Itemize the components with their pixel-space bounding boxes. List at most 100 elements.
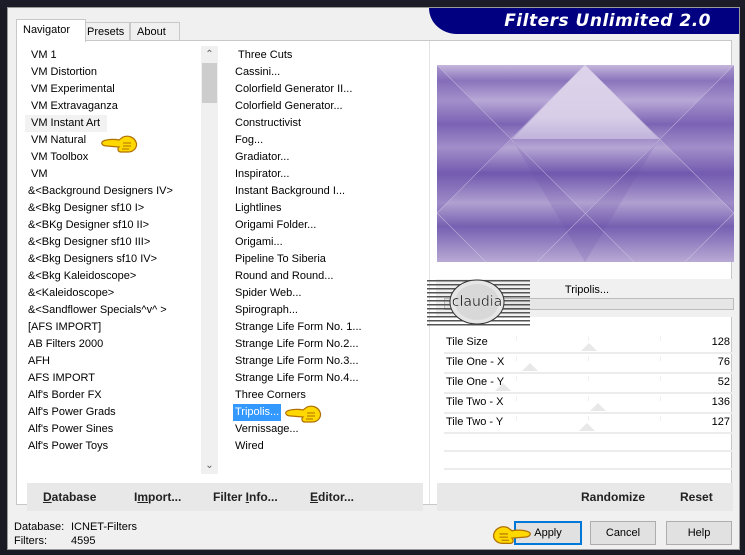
category-item[interactable]: [AFS IMPORT] xyxy=(25,319,195,336)
scrollbar-thumb[interactable] xyxy=(202,63,217,103)
parameter-label: Tile Two - X xyxy=(446,396,504,408)
filters-label: Filters: xyxy=(14,535,47,547)
category-item[interactable]: &<Kaleidoscope> xyxy=(25,285,195,302)
chevron-up-icon[interactable]: ⌃ xyxy=(201,46,218,63)
slider-tick xyxy=(660,376,661,381)
slider-tick xyxy=(588,336,589,341)
category-scrollbar[interactable]: ⌃ ⌄ xyxy=(201,46,218,474)
chevron-down-icon[interactable]: ⌄ xyxy=(201,457,218,474)
filter-item[interactable]: Colorfield Generator... xyxy=(231,98,426,115)
filter-item[interactable]: Wired xyxy=(231,438,426,455)
slider-tick xyxy=(516,336,517,341)
slider-tick xyxy=(588,396,589,401)
filter-item[interactable]: Inspirator... xyxy=(231,166,426,183)
parameter-slider[interactable]: Tile Two - Y 127 xyxy=(444,414,732,434)
filter-item[interactable]: Strange Life Form No.4... xyxy=(231,370,426,387)
preview-button-bar: Randomize Reset xyxy=(437,483,733,511)
status-info: Database: ICNET-Filters Filters: 4595 xyxy=(14,520,137,548)
category-item[interactable]: &<BKg Designer sf10 II> xyxy=(25,217,195,234)
category-item[interactable]: VM Experimental xyxy=(25,81,195,98)
category-item[interactable]: &<Bkg Designer sf10 III> xyxy=(25,234,195,251)
category-item[interactable]: AFS IMPORT xyxy=(25,370,195,387)
category-item[interactable]: &<Sandflower Specials^v^ > xyxy=(25,302,195,319)
slider-thumb[interactable] xyxy=(522,363,538,371)
filter-item[interactable]: Pipeline To Siberia xyxy=(231,251,426,268)
watermark-text: claudia xyxy=(452,294,502,310)
filter-item[interactable]: Tripolis... xyxy=(231,404,426,421)
preview-image xyxy=(437,65,734,262)
slider-thumb[interactable] xyxy=(590,403,606,411)
filter-item[interactable]: Three Cuts xyxy=(231,47,426,64)
filter-item[interactable]: Round and Round... xyxy=(231,268,426,285)
parameter-slider[interactable]: Tile One - Y 52 xyxy=(444,374,732,394)
slider-tick xyxy=(660,336,661,341)
category-list[interactable]: VM 1 VM Distortion VM Experimental VM Extra… xyxy=(25,47,195,475)
filter-item[interactable]: Three Corners xyxy=(231,387,426,404)
import-button[interactable]: Import... xyxy=(134,490,181,504)
category-item[interactable]: AFH xyxy=(25,353,195,370)
filter-item[interactable]: Cassini... xyxy=(231,64,426,81)
parameter-slider[interactable]: Tile Two - X 136 xyxy=(444,394,732,414)
parameter-value: 128 xyxy=(711,336,730,348)
category-item[interactable]: Alf's Power Sines xyxy=(25,421,195,438)
filter-list[interactable]: Three Cuts Cassini... Colorfield Generator… xyxy=(231,47,426,475)
database-label: Database: xyxy=(14,521,65,533)
parameter-value: 76 xyxy=(717,356,730,368)
filter-item[interactable]: Gradiator... xyxy=(231,149,426,166)
reset-button[interactable]: Reset xyxy=(680,490,713,504)
help-button[interactable]: Help xyxy=(666,521,732,545)
category-item[interactable]: VM xyxy=(25,166,195,183)
slider-tick xyxy=(516,396,517,401)
filter-item[interactable]: Fog... xyxy=(231,132,426,149)
filter-item[interactable]: Strange Life Form No.3... xyxy=(231,353,426,370)
category-item[interactable]: VM Instant Art xyxy=(25,115,107,132)
slider-thumb[interactable] xyxy=(579,423,595,431)
category-item[interactable]: Alf's Power Toys xyxy=(25,438,195,455)
filter-item[interactable]: Spirograph... xyxy=(231,302,426,319)
category-item[interactable]: VM Extravaganza xyxy=(25,98,195,115)
parameter-list: Tile Size 128 Tile One - X 76 Tile One - Y 52… xyxy=(444,334,732,488)
filter-item[interactable]: Spider Web... xyxy=(231,285,426,302)
filter-item[interactable]: Lightlines xyxy=(231,200,426,217)
parameter-label: Tile Size xyxy=(446,336,488,348)
category-item[interactable]: Alf's Border FX xyxy=(25,387,195,404)
hand-pointer-icon xyxy=(493,526,531,545)
filter-item[interactable]: Constructivist xyxy=(231,115,426,132)
filter-item[interactable]: Instant Background I... xyxy=(231,183,426,200)
category-item[interactable]: &<Background Designers IV> xyxy=(25,183,195,200)
hand-pointer-icon xyxy=(285,405,322,423)
slider-thumb[interactable] xyxy=(581,343,597,351)
category-item[interactable]: Alf's Power Grads xyxy=(25,404,195,421)
slider-tick xyxy=(588,356,589,361)
cancel-button[interactable]: Cancel xyxy=(590,521,656,545)
parameter-slider[interactable]: Tile Size 128 xyxy=(444,334,732,354)
editor-button[interactable]: Editor... xyxy=(310,490,354,504)
selected-filter-label[interactable]: Tripolis... xyxy=(233,404,282,421)
tab-presets[interactable]: Presets xyxy=(80,22,130,41)
slider-tick xyxy=(516,416,517,421)
filter-item[interactable]: Origami Folder... xyxy=(231,217,426,234)
database-button[interactable]: Database xyxy=(43,490,96,504)
category-item[interactable]: &<Bkg Designers sf10 IV> xyxy=(25,251,195,268)
randomize-button[interactable]: Randomize xyxy=(581,490,645,504)
parameter-slider[interactable]: Tile One - X 76 xyxy=(444,354,732,374)
category-item[interactable]: VM Distortion xyxy=(25,64,195,81)
parameter-label: Tile One - Y xyxy=(446,376,505,388)
category-item[interactable]: AB Filters 2000 xyxy=(25,336,195,353)
parameter-value: 136 xyxy=(711,396,730,408)
slider-tick xyxy=(516,356,517,361)
filter-info-button[interactable]: Filter Info... xyxy=(213,490,278,504)
filter-item[interactable]: Strange Life Form No. 1... xyxy=(231,319,426,336)
category-item[interactable]: VM 1 xyxy=(25,47,195,64)
tab-navigator[interactable]: Navigator xyxy=(16,19,86,42)
category-item[interactable]: &<Bkg Kaleidoscope> xyxy=(25,268,195,285)
filters-unlimited-dialog: Filters Unlimited 2.0 Navigator Presets … xyxy=(7,7,740,550)
category-item[interactable]: &<Bkg Designer sf10 I> xyxy=(25,200,195,217)
tab-about[interactable]: About xyxy=(130,22,180,41)
filter-item[interactable]: Vernissage... xyxy=(231,421,426,438)
filter-item[interactable]: Colorfield Generator II... xyxy=(231,81,426,98)
filter-item[interactable]: Strange Life Form No.2... xyxy=(231,336,426,353)
banner-title: Filters Unlimited 2.0 xyxy=(504,11,711,31)
title-banner: Filters Unlimited 2.0 xyxy=(429,8,739,34)
filter-item[interactable]: Origami... xyxy=(231,234,426,251)
